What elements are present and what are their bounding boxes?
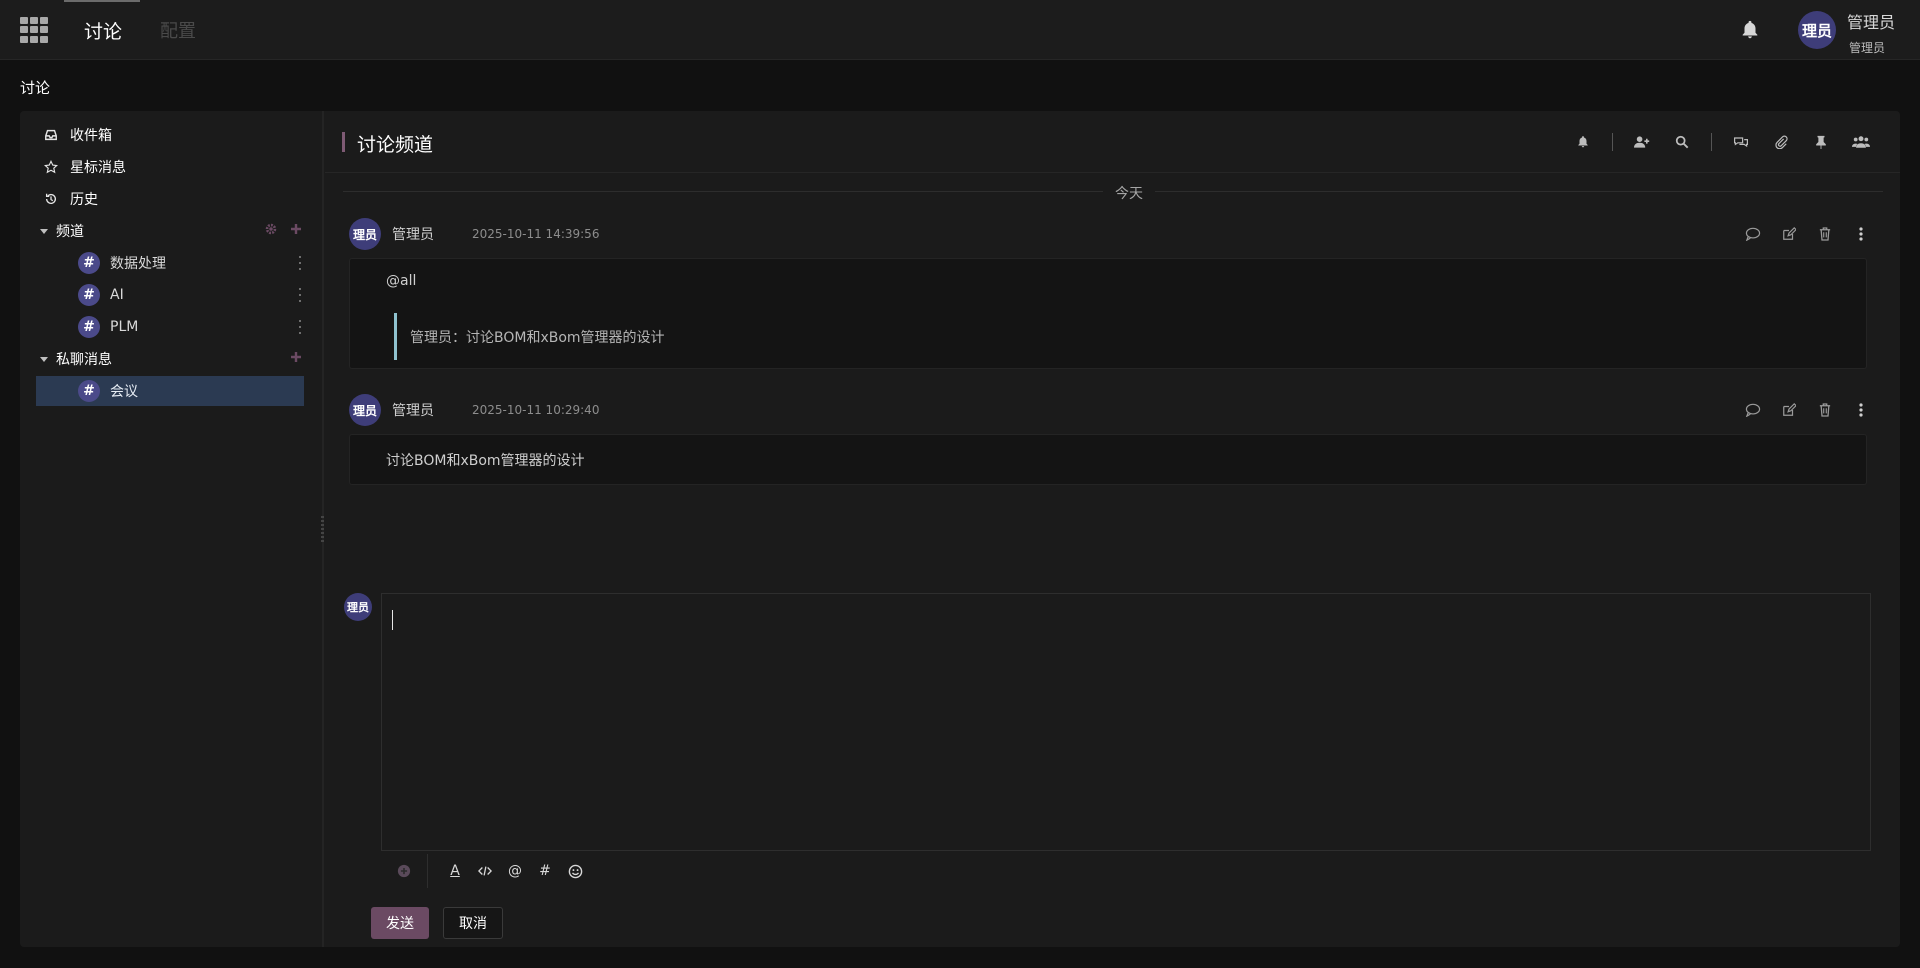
user-company: 管理员 xyxy=(1849,41,1886,55)
toolbar-separator xyxy=(427,854,428,888)
menu-discuss[interactable]: 讨论 xyxy=(64,0,142,60)
sidebar-item-starred[interactable]: 星标消息 xyxy=(40,153,126,181)
notification-settings-icon[interactable] xyxy=(1572,131,1594,153)
edit-icon[interactable] xyxy=(1778,399,1800,421)
message-body: @all xyxy=(386,273,417,289)
thread-main: 讨论频道 今天 理员 管理员 2025-10-11 14:39:56 @all … xyxy=(325,111,1900,947)
sidebar-item-label: 收件箱 xyxy=(70,128,112,144)
sidebar-item-history[interactable]: 历史 xyxy=(40,185,98,213)
channel-options-icon[interactable] xyxy=(298,256,302,270)
sidebar-item-channel-1[interactable]: # AI xyxy=(36,280,304,310)
message-body: 讨论BOM和xBom管理器的设计 xyxy=(386,453,585,469)
text-cursor xyxy=(392,610,393,630)
history-icon xyxy=(40,192,62,206)
message-avatar[interactable]: 理员 xyxy=(349,394,381,426)
sidebar-item-dm-0[interactable]: # 会议 xyxy=(36,376,304,406)
quote-bar xyxy=(394,313,397,360)
message-actions xyxy=(1742,399,1872,421)
message-time: 2025-10-11 10:29:40 xyxy=(472,403,600,417)
pin-icon[interactable] xyxy=(1810,131,1832,153)
star-icon xyxy=(40,160,62,174)
sidebar-item-channel-2[interactable]: # PLM xyxy=(36,312,304,342)
top-navbar: 讨论 配置 理员 管理员 管理员 xyxy=(0,0,1920,60)
dm-group-header[interactable]: 私聊消息 xyxy=(40,345,302,373)
app-menu-icon[interactable] xyxy=(20,17,48,43)
toolbar-separator xyxy=(1711,133,1712,151)
add-channel-icon[interactable] xyxy=(290,223,302,239)
chevron-down-icon[interactable] xyxy=(40,356,48,362)
channel-label: PLM xyxy=(110,319,139,335)
mention-icon[interactable]: @ xyxy=(504,860,526,882)
channel-label: 数据处理 xyxy=(110,256,166,272)
message-author[interactable]: 管理员 xyxy=(392,224,434,244)
channel-label: AI xyxy=(110,287,124,303)
attachment-icon[interactable] xyxy=(1770,131,1792,153)
sidebar-item-channel-0[interactable]: # 数据处理 xyxy=(36,248,304,278)
channel-label: 会议 xyxy=(110,384,138,400)
hash-icon: # xyxy=(78,252,100,274)
channel-options-icon[interactable] xyxy=(298,320,302,334)
thread-title: 讨论频道 xyxy=(357,134,434,156)
add-user-icon[interactable] xyxy=(1631,131,1653,153)
message-avatar[interactable]: 理员 xyxy=(349,218,381,250)
sidebar-item-inbox[interactable]: 收件箱 xyxy=(40,121,112,149)
threads-icon[interactable] xyxy=(1730,131,1752,153)
channel-link-icon[interactable]: # xyxy=(534,860,556,882)
reply-icon[interactable] xyxy=(1742,399,1764,421)
channels-group-header[interactable]: 频道 xyxy=(40,217,302,245)
menu-discuss-label: 讨论 xyxy=(84,20,123,43)
quoted-text: 管理员：讨论BOM和xBom管理器的设计 xyxy=(410,330,665,346)
message-bubble: 讨论BOM和xBom管理器的设计 xyxy=(349,434,1867,485)
message-author[interactable]: 管理员 xyxy=(392,400,434,420)
notification-bell-icon[interactable] xyxy=(1739,19,1761,41)
thread-header: 讨论频道 xyxy=(325,111,1900,173)
cancel-button[interactable]: 取消 xyxy=(443,907,503,939)
chevron-down-icon[interactable] xyxy=(40,228,48,234)
inbox-icon xyxy=(40,128,62,142)
text-format-icon[interactable]: A xyxy=(444,860,466,882)
hash-icon: # xyxy=(78,380,100,402)
sidebar-item-label: 历史 xyxy=(70,192,98,208)
user-name[interactable]: 管理员 xyxy=(1847,9,1895,33)
hash-icon: # xyxy=(78,316,100,338)
channels-header-label: 频道 xyxy=(56,224,84,240)
edit-icon[interactable] xyxy=(1778,223,1800,245)
message-bubble: @all 管理员：讨论BOM和xBom管理器的设计 xyxy=(349,258,1867,369)
message-input[interactable] xyxy=(381,593,1871,851)
reply-icon[interactable] xyxy=(1742,223,1764,245)
toolbar-separator xyxy=(1612,133,1613,151)
message-time: 2025-10-11 14:39:56 xyxy=(472,227,600,241)
discuss-sidebar: 收件箱 星标消息 历史 频道 # 数据处理 # AI # PLM 私聊消息 # … xyxy=(20,111,320,947)
delete-icon[interactable] xyxy=(1814,223,1836,245)
menu-config[interactable]: 配置 xyxy=(160,0,196,60)
members-icon[interactable] xyxy=(1850,131,1872,153)
add-chat-icon[interactable] xyxy=(290,351,302,367)
breadcrumb: 讨论 xyxy=(20,79,51,97)
attach-plus-icon[interactable] xyxy=(393,860,415,882)
composer-avatar: 理员 xyxy=(344,593,372,621)
channel-options-icon[interactable] xyxy=(298,288,302,302)
delete-icon[interactable] xyxy=(1814,399,1836,421)
user-avatar[interactable]: 理员 xyxy=(1798,11,1836,49)
gear-icon[interactable] xyxy=(264,222,278,240)
sidebar-item-label: 星标消息 xyxy=(70,160,126,176)
code-icon[interactable] xyxy=(474,860,496,882)
header-accent-bar xyxy=(342,132,345,152)
more-vertical-icon[interactable] xyxy=(1850,399,1872,421)
thread-toolbar xyxy=(1554,131,1872,153)
message-actions xyxy=(1742,223,1872,245)
dm-header-label: 私聊消息 xyxy=(56,352,112,368)
send-button[interactable]: 发送 xyxy=(371,907,429,939)
search-icon[interactable] xyxy=(1671,131,1693,153)
discuss-panel: 收件箱 星标消息 历史 频道 # 数据处理 # AI # PLM 私聊消息 # … xyxy=(20,111,1900,947)
more-vertical-icon[interactable] xyxy=(1850,223,1872,245)
day-label: 今天 xyxy=(1103,183,1155,203)
emoji-icon[interactable] xyxy=(564,860,586,882)
composer-toolbar: A @ # xyxy=(381,851,1871,891)
hash-icon: # xyxy=(78,284,100,306)
